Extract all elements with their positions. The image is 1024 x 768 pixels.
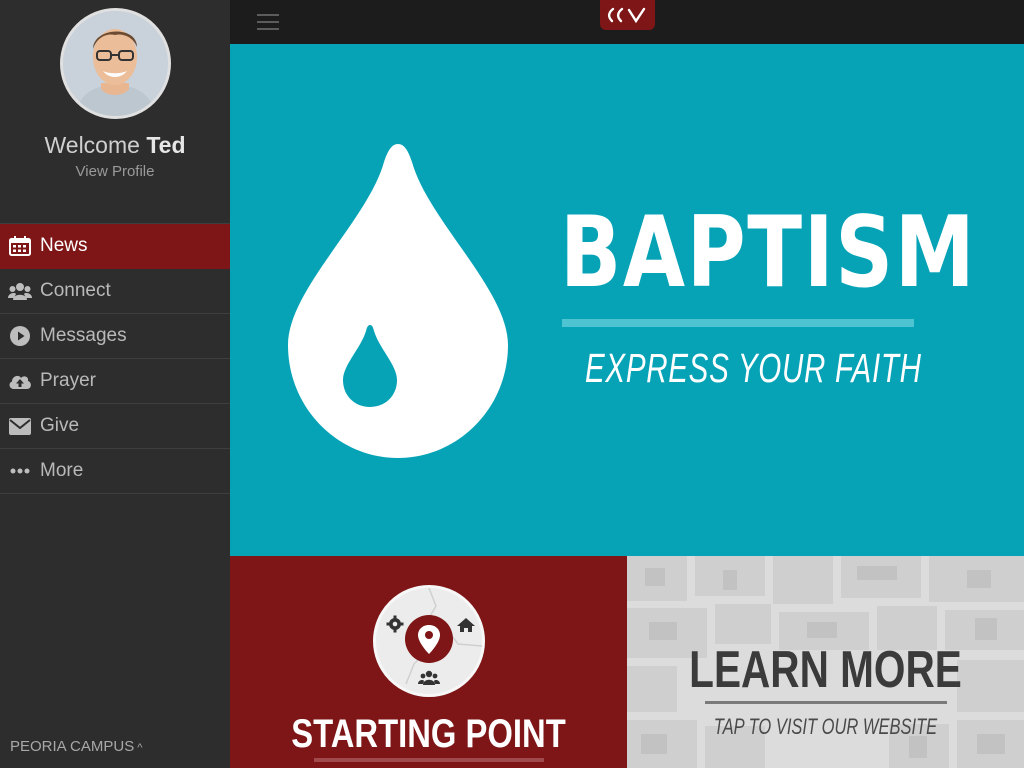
sidebar: Welcome Ted View Profile News Connect Me… bbox=[0, 0, 230, 768]
church-logo bbox=[600, 0, 655, 30]
sidebar-item-label: Give bbox=[40, 415, 80, 436]
welcome-text: Welcome Ted bbox=[0, 132, 230, 159]
starting-point-tile[interactable]: STARTING POINT bbox=[230, 556, 627, 768]
learn-more-tile[interactable]: LEARN MORE TAP TO VISIT OUR WEBSITE bbox=[627, 556, 1024, 768]
sidebar-nav: News Connect Messages Prayer Give More bbox=[0, 223, 230, 494]
starting-point-badge bbox=[373, 585, 485, 697]
home-icon bbox=[457, 618, 475, 632]
hero-divider bbox=[562, 319, 914, 327]
sidebar-item-label: More bbox=[40, 460, 84, 481]
sidebar-item-more[interactable]: More bbox=[0, 449, 230, 494]
calendar-icon bbox=[0, 224, 40, 269]
sidebar-item-connect[interactable]: Connect bbox=[0, 269, 230, 314]
sidebar-item-label: News bbox=[40, 235, 88, 256]
user-name: Ted bbox=[146, 132, 186, 158]
starting-point-divider bbox=[314, 758, 544, 762]
welcome-prefix: Welcome bbox=[44, 132, 140, 158]
gear-icon bbox=[386, 615, 404, 633]
water-drop-icon bbox=[288, 144, 508, 458]
hero-subtitle: EXPRESS YOUR FAITH bbox=[585, 345, 922, 391]
sidebar-item-news[interactable]: News bbox=[0, 224, 230, 269]
envelope-icon bbox=[0, 404, 40, 449]
sidebar-item-label: Messages bbox=[40, 325, 127, 346]
sidebar-item-label: Prayer bbox=[40, 370, 96, 391]
menu-icon[interactable] bbox=[257, 14, 279, 30]
campus-selector[interactable]: PEORIA CAMPUS ^ bbox=[10, 738, 142, 755]
learn-more-title: LEARN MORE bbox=[689, 641, 962, 699]
campus-label: PEORIA CAMPUS bbox=[10, 738, 135, 755]
top-bar bbox=[230, 0, 1024, 44]
sidebar-item-give[interactable]: Give bbox=[0, 404, 230, 449]
sidebar-item-label: Connect bbox=[40, 280, 111, 301]
hero-banner[interactable]: BAPTISM EXPRESS YOUR FAITH bbox=[230, 44, 1024, 556]
users-icon bbox=[418, 670, 440, 685]
users-icon bbox=[0, 269, 40, 314]
sidebar-item-prayer[interactable]: Prayer bbox=[0, 359, 230, 404]
hero-title: BAPTISM bbox=[560, 196, 977, 310]
ellipsis-icon bbox=[0, 449, 40, 494]
learn-more-subtitle: TAP TO VISIT OUR WEBSITE bbox=[713, 714, 938, 739]
view-profile-link[interactable]: View Profile bbox=[0, 163, 230, 180]
play-circle-icon bbox=[0, 314, 40, 359]
learn-more-divider bbox=[705, 701, 947, 704]
cloud-upload-icon bbox=[0, 359, 40, 404]
chevron-up-icon: ^ bbox=[137, 742, 143, 754]
sidebar-item-messages[interactable]: Messages bbox=[0, 314, 230, 359]
starting-point-title: STARTING POINT bbox=[291, 712, 566, 756]
avatar[interactable] bbox=[60, 8, 171, 119]
